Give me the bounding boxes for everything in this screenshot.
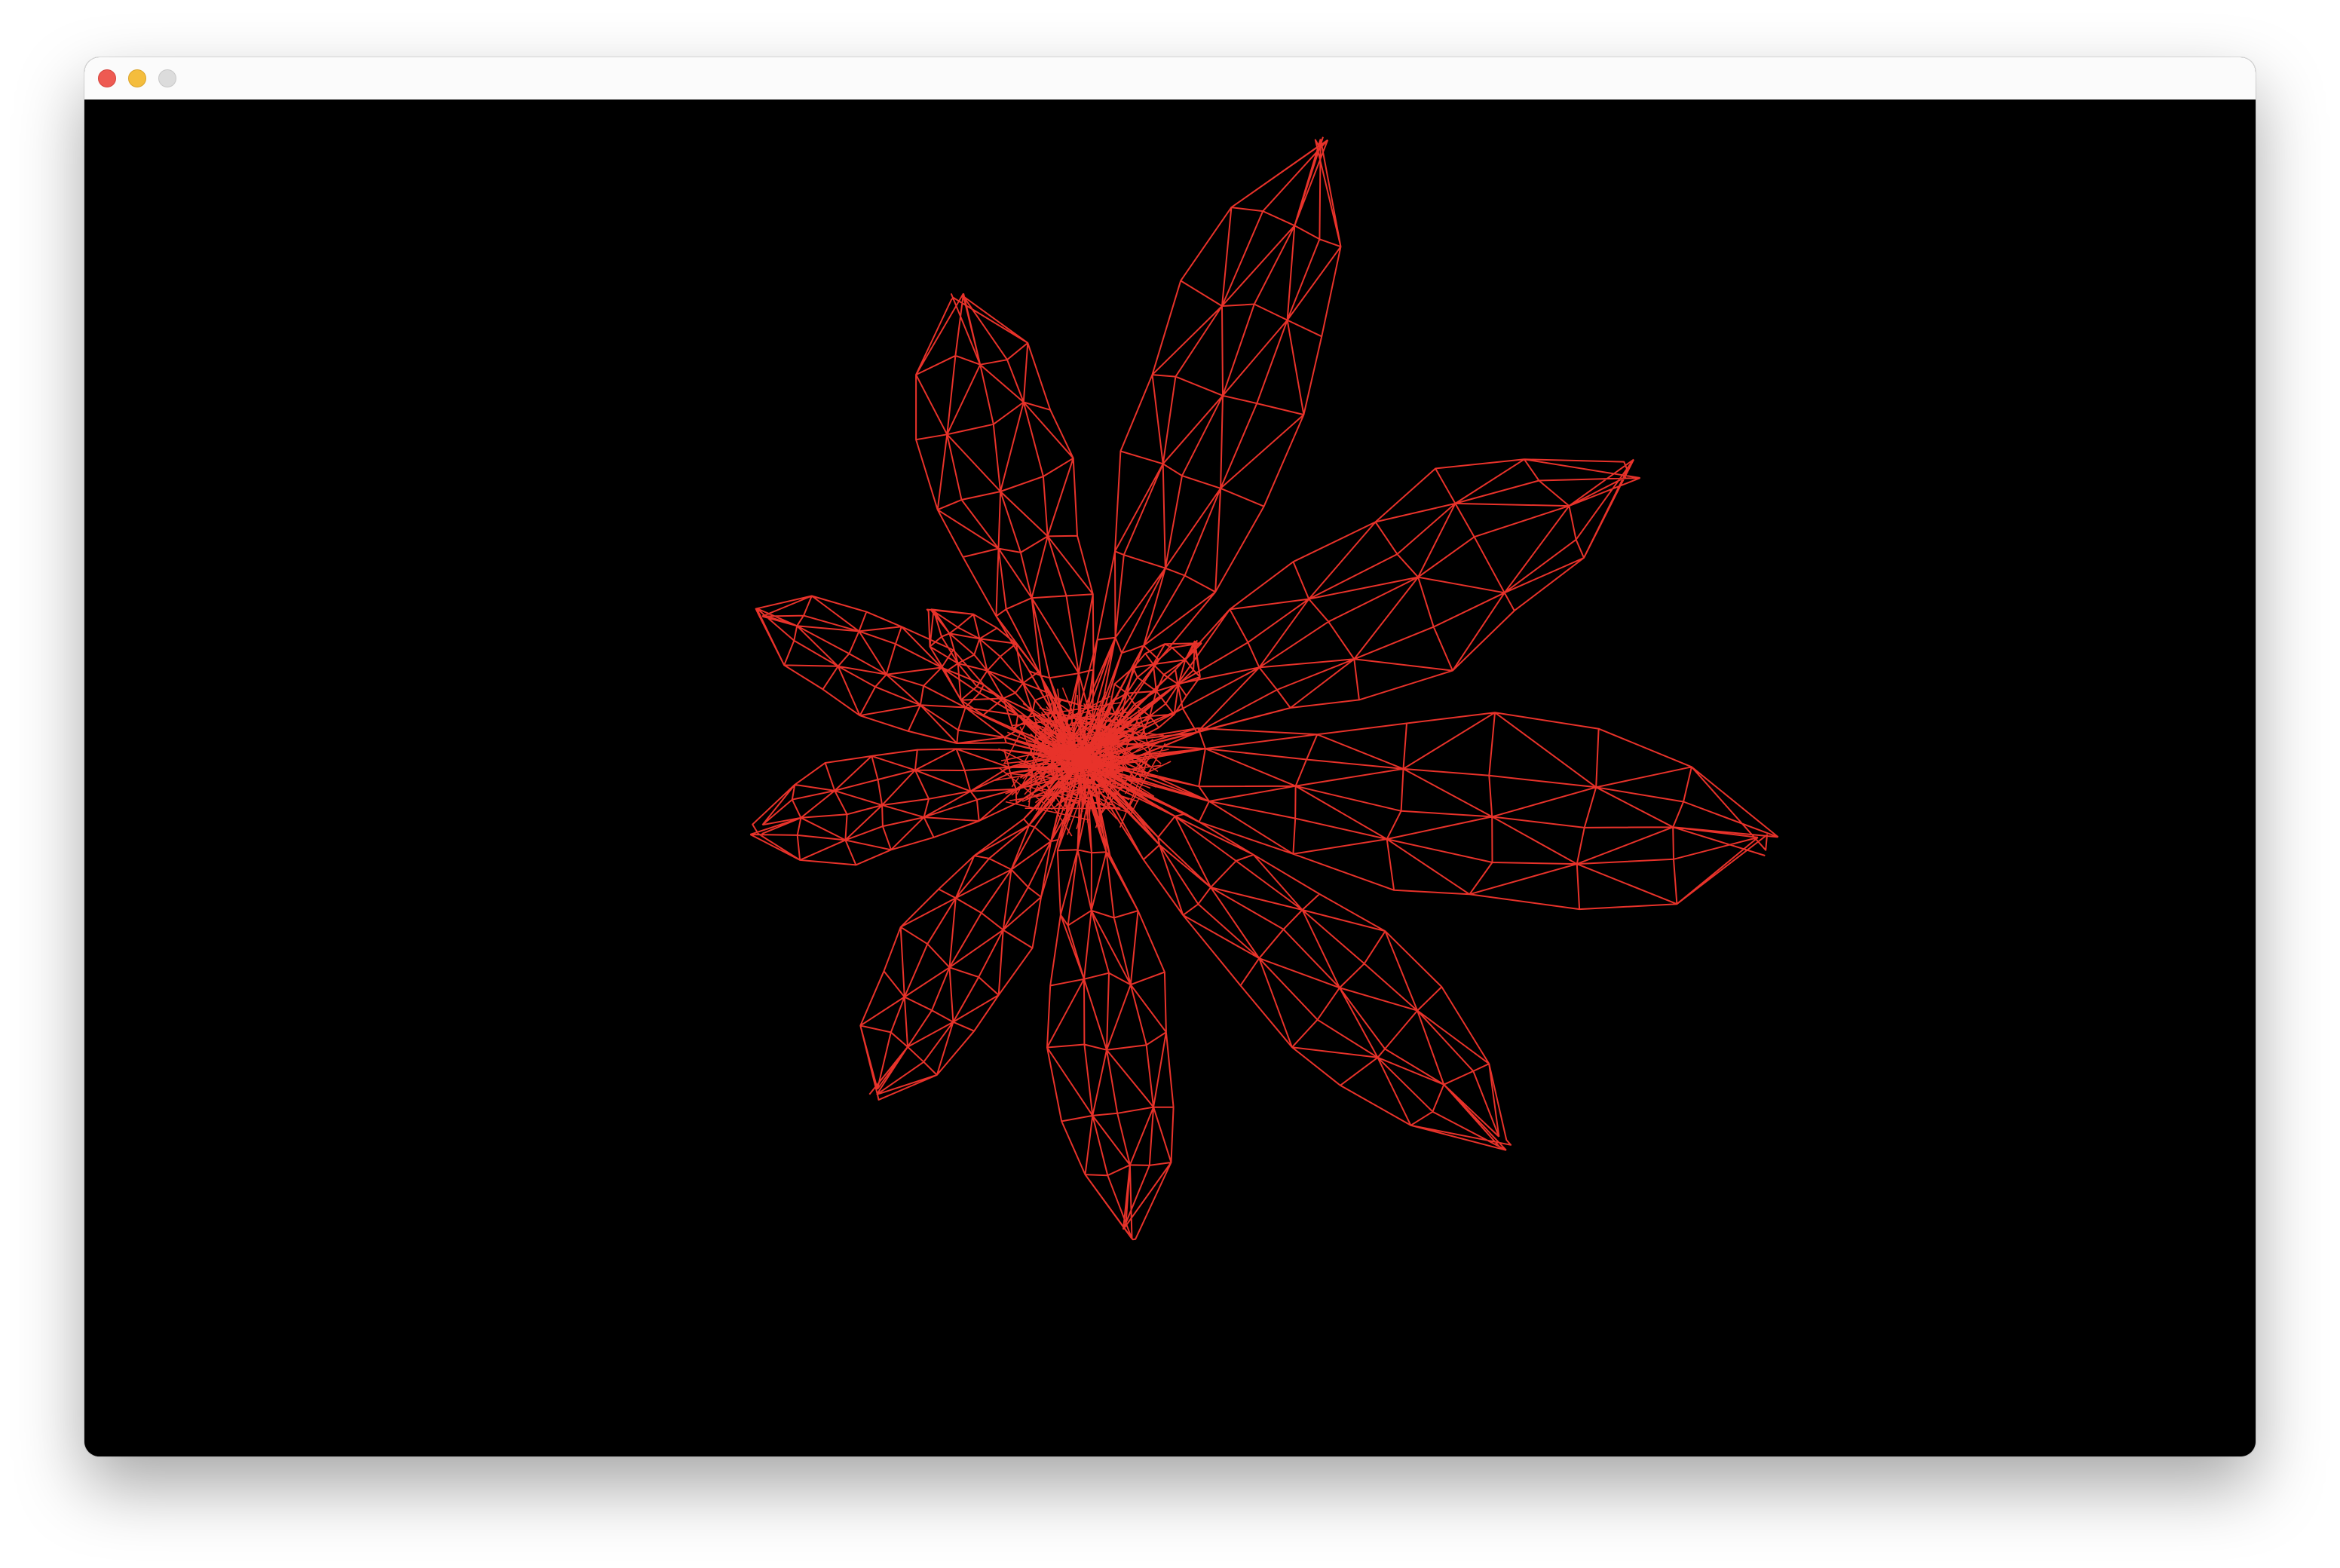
app-window bbox=[84, 57, 2256, 1456]
minimize-window-button[interactable] bbox=[128, 69, 146, 87]
petal-wireframe bbox=[915, 292, 1095, 762]
petal-wireframe bbox=[1080, 712, 1779, 911]
wireframe-flower-model bbox=[749, 136, 1779, 1241]
flower-mesh bbox=[749, 136, 1779, 1241]
title-bar[interactable] bbox=[84, 57, 2256, 100]
close-window-button[interactable] bbox=[98, 69, 116, 87]
render-canvas[interactable] bbox=[84, 100, 2256, 1456]
petal-2 bbox=[915, 292, 1095, 762]
petal-3 bbox=[1080, 458, 1641, 767]
petal-wireframe bbox=[1080, 458, 1641, 767]
maximize-window-button[interactable] bbox=[158, 69, 176, 87]
petal-4 bbox=[1080, 712, 1779, 911]
